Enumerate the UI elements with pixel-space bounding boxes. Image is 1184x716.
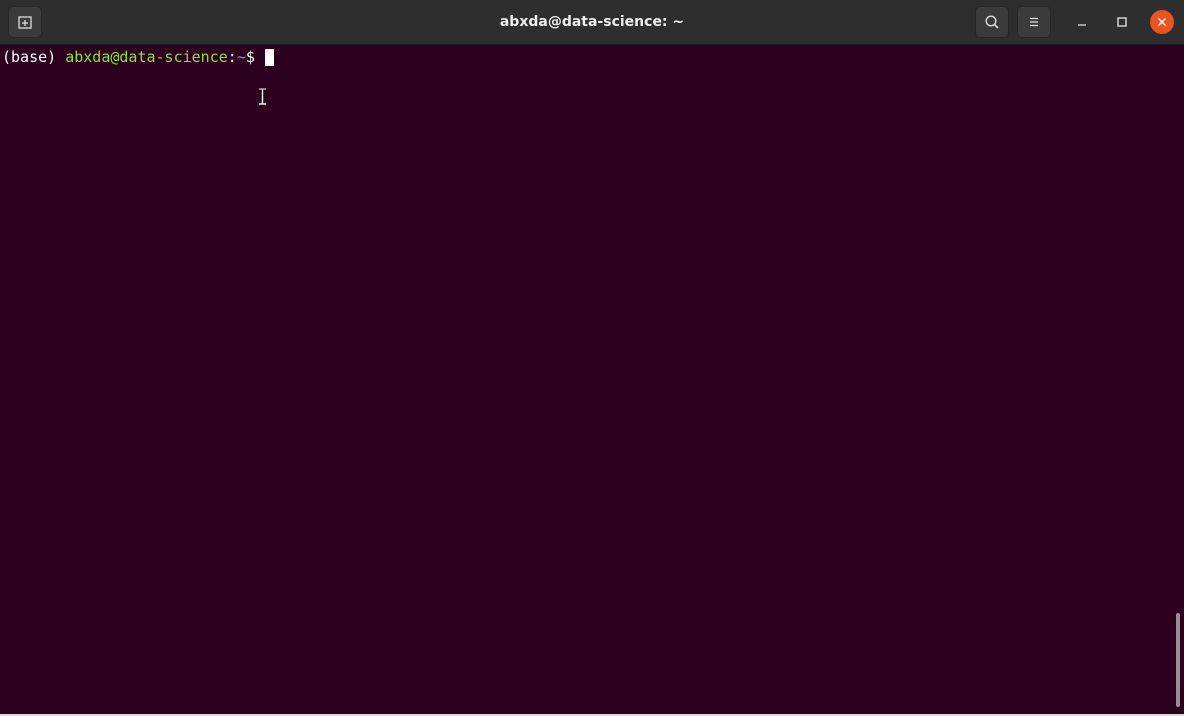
- prompt-colon: :: [227, 48, 237, 66]
- prompt-user-host: abxda@data-science: [65, 48, 228, 66]
- prompt-line: (base) abxda@data-science: ~ $: [2, 48, 1184, 66]
- maximize-icon: [1117, 17, 1127, 27]
- maximize-button[interactable]: [1110, 10, 1134, 34]
- headerbar: abxda@data-science: ~: [0, 0, 1184, 45]
- new-tab-icon: [18, 16, 32, 29]
- close-button[interactable]: [1150, 10, 1174, 34]
- prompt-cwd: ~: [236, 48, 246, 66]
- new-tab-button[interactable]: [8, 6, 42, 38]
- search-button[interactable]: [975, 6, 1009, 38]
- terminal-window: abxda@data-science: ~ (base) abxda@data-…: [0, 0, 1184, 716]
- search-icon: [985, 15, 999, 29]
- menu-button[interactable]: [1017, 6, 1051, 38]
- minimize-icon: [1078, 24, 1086, 26]
- minimize-button[interactable]: [1070, 10, 1094, 34]
- terminal-area[interactable]: (base) abxda@data-science: ~ $: [0, 45, 1184, 714]
- text-cursor: [264, 48, 274, 66]
- scrollbar-thumb[interactable]: [1176, 613, 1180, 707]
- conda-env-label: (base): [2, 48, 57, 66]
- prompt-dollar: $: [245, 48, 255, 66]
- ibeam-mouse-cursor-icon: [259, 88, 266, 105]
- hamburger-menu-icon: [1030, 17, 1038, 27]
- close-icon: [1157, 17, 1167, 27]
